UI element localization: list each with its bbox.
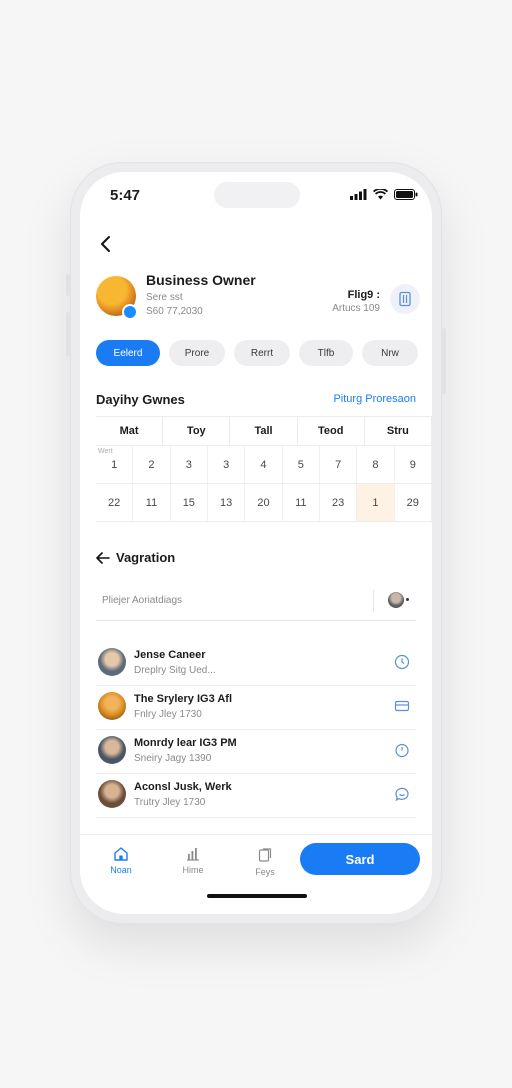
list-item-subtitle: Fnlry Jley 1730 [134, 709, 202, 720]
battery-icon [394, 189, 418, 200]
grid-cell[interactable]: 13 [208, 484, 246, 521]
grid-cell[interactable]: 5 [283, 446, 320, 483]
tab-bar: Noan Hime Feys Sard [80, 834, 432, 895]
list-item-title: Aconsl Jusk, Werk [134, 781, 232, 793]
profile-stat-value: Artucs 109 [332, 303, 380, 314]
list-item-subtitle: Dreplry Sitg Ued... [134, 665, 216, 676]
day-header: Tall [230, 417, 298, 445]
profile-detail: S60 77,2030 [146, 306, 203, 317]
chip-rerrt[interactable]: Rerrt [234, 340, 290, 366]
filter-chips: Eelerd Prore Rerrt Tlfb Nrw [96, 340, 418, 366]
profile-stat-label: Flig9 : [347, 289, 380, 301]
mute-switch [66, 274, 70, 296]
doc-icon [258, 848, 272, 862]
list-item[interactable]: Aconsl Jusk, Werk Trutry Jley 1730 [96, 774, 416, 818]
home-indicator [207, 894, 307, 898]
grid-cell[interactable]: 3 [171, 446, 208, 483]
chip-prore[interactable]: Prore [169, 340, 225, 366]
day-header: Mat [96, 417, 164, 445]
grid-cell[interactable]: 22 [96, 484, 134, 521]
grid-cell[interactable]: 23 [320, 484, 358, 521]
wifi-icon [373, 189, 388, 200]
navigation-header[interactable]: Vagration [96, 550, 175, 565]
grid-cell[interactable]: 8 [357, 446, 395, 483]
list-item-subtitle: Trutry Jley 1730 [134, 797, 206, 808]
tab-files[interactable]: Feys [240, 847, 290, 877]
dynamic-island [214, 182, 300, 208]
avatar [98, 692, 126, 720]
list-item-title: The Srylery IG3 Afl [134, 693, 233, 705]
week-label: Wert [98, 448, 113, 455]
chip-tlfb[interactable]: Tlfb [299, 340, 353, 366]
schedule-title: Dayihy Gwnes [96, 392, 185, 407]
chip-nrw[interactable]: Nrw [362, 340, 418, 366]
grid-cell[interactable]: 11 [133, 484, 171, 521]
grid-cell[interactable]: 29 [395, 484, 432, 521]
grid-cell-selected[interactable]: 1 [357, 484, 395, 521]
grid-cell[interactable]: 2 [133, 446, 171, 483]
verified-badge-icon [122, 304, 138, 320]
status-icons [350, 189, 418, 200]
chart-icon [187, 848, 199, 861]
day-header: Stru [365, 417, 432, 445]
profile-subtitle: Sere sst [146, 292, 183, 303]
day-header: Toy [163, 417, 231, 445]
search-field[interactable]: Pliejer Aoriatdiags [96, 580, 416, 621]
search-divider [373, 590, 374, 612]
user-avatar[interactable] [388, 592, 404, 608]
grid-row: 22 11 15 13 20 11 23 1 29 [96, 484, 432, 522]
search-placeholder: Pliejer Aoriatdiags [102, 595, 183, 606]
card-icon[interactable] [394, 698, 410, 714]
avatar [98, 736, 126, 764]
avatar [98, 780, 126, 808]
tab-home[interactable]: Noan [96, 847, 146, 875]
schedule-grid: Mat Toy Tall Teod Stru Wert 1 2 3 3 4 5 … [96, 416, 432, 522]
list-item-title: Jense Caneer [134, 649, 206, 661]
avatar [98, 648, 126, 676]
profile-action-button[interactable] [390, 284, 420, 314]
more-dot-icon [406, 598, 409, 601]
grid-cell[interactable]: 7 [320, 446, 358, 483]
schedule-link[interactable]: Piturg Proresaon [333, 393, 416, 405]
volume-up-button [66, 312, 70, 356]
grid-header: Mat Toy Tall Teod Stru [96, 416, 432, 446]
list-item[interactable]: Jense Caneer Dreplry Sitg Ued... [96, 642, 416, 686]
day-header: Teod [298, 417, 365, 445]
clock-icon[interactable] [394, 654, 410, 670]
contact-list: Jense Caneer Dreplry Sitg Ued... The Sry… [96, 642, 416, 818]
grid-cell[interactable]: 11 [283, 484, 320, 521]
send-button[interactable]: Sard [300, 843, 420, 875]
tab-label: Noan [110, 865, 132, 875]
timer-icon[interactable] [394, 742, 410, 758]
chip-eelerd[interactable]: Eelerd [96, 340, 160, 366]
list-item-title: Monrdy lear IG3 PM [134, 737, 237, 749]
arrow-left-icon [96, 551, 110, 564]
status-time: 5:47 [110, 187, 141, 204]
grid-cell[interactable]: 3 [208, 446, 246, 483]
tab-stats[interactable]: Hime [168, 847, 218, 875]
grid-cell[interactable]: 9 [395, 446, 432, 483]
grid-row: Wert 1 2 3 3 4 5 7 8 9 [96, 446, 432, 484]
profile-name: Business Owner [146, 272, 256, 288]
grid-cell[interactable]: 15 [171, 484, 208, 521]
phone-frame: 5:47 Business Owner Sere sst S60 77,2030… [66, 162, 446, 924]
back-arrow-icon[interactable] [94, 232, 118, 256]
signal-icon [350, 189, 367, 200]
power-button [442, 328, 446, 394]
chat-icon[interactable] [394, 786, 410, 802]
tab-label: Feys [255, 867, 275, 877]
list-item[interactable]: The Srylery IG3 Afl Fnlry Jley 1730 [96, 686, 416, 730]
bookmark-icon [399, 291, 411, 307]
list-item[interactable]: Monrdy lear IG3 PM Sneiry Jagy 1390 [96, 730, 416, 774]
list-item-subtitle: Sneiry Jagy 1390 [134, 753, 212, 764]
grid-cell[interactable]: 20 [245, 484, 283, 521]
home-icon [114, 847, 128, 861]
screen: 5:47 Business Owner Sere sst S60 77,2030… [80, 172, 432, 914]
tab-label: Hime [182, 865, 204, 875]
grid-cell[interactable]: 4 [245, 446, 283, 483]
navigation-title: Vagration [116, 550, 176, 565]
